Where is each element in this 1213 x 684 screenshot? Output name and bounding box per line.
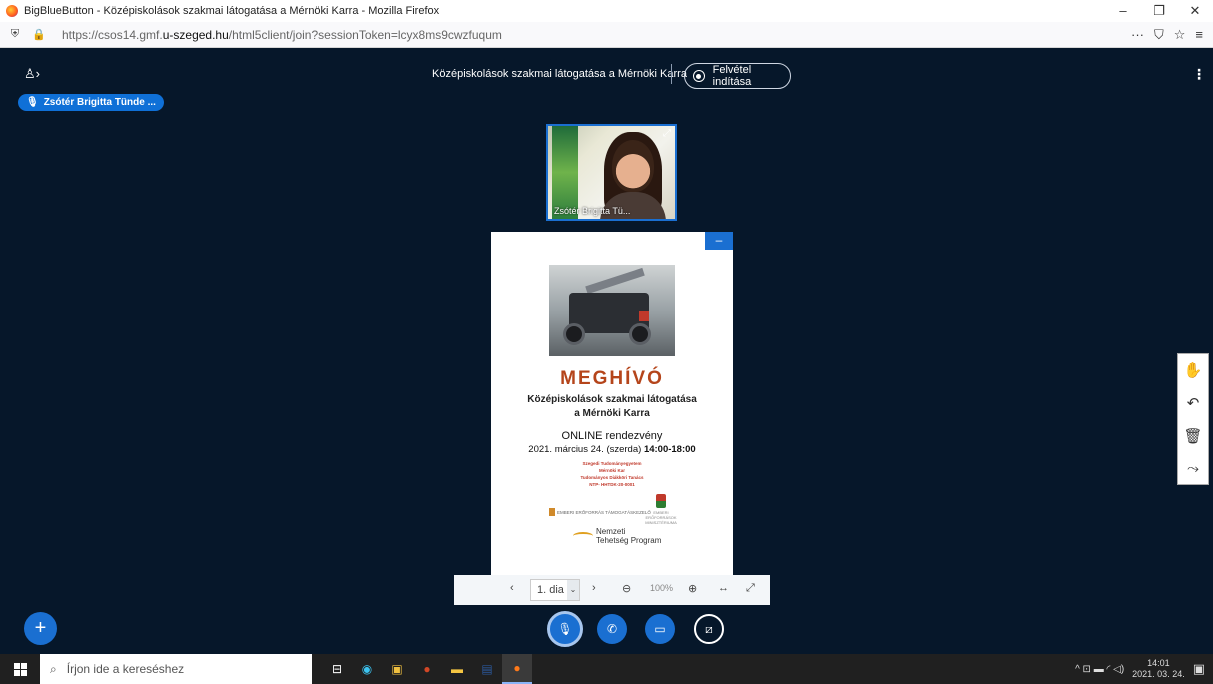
ntp-logo: Nemzeti Tehetség Program	[573, 527, 661, 545]
share-webcam-button[interactable]: ▭	[645, 614, 675, 644]
windows-taskbar: ⌕ Írjon ide a kereséshez ⊟ ◉ ▣ ● ▬ ▤ ● ^…	[0, 654, 1213, 684]
chevron-down-icon: ⌄	[567, 580, 579, 600]
record-label: Felvétel indítása	[712, 64, 752, 88]
tray-icons[interactable]: ^ ⊡ ▬ ◜ ◁)	[1075, 664, 1124, 675]
mute-microphone-button[interactable]: 🎙	[547, 611, 583, 647]
powerpoint-icon[interactable]: ●	[412, 654, 442, 684]
store-icon[interactable]: ▣	[382, 654, 412, 684]
slide-date: 2021. március 24. (szerda) 14:00-18:00	[528, 444, 696, 455]
slide-org-4: NTP- HHTDK-20-0001	[589, 482, 635, 487]
search-placeholder: Írjon ide a kereséshez	[66, 662, 185, 676]
bbb-app: ♙› Középiskolások szakmai látogatása a M…	[0, 48, 1213, 654]
page-actions-icon[interactable]: ···	[1131, 27, 1144, 43]
taskbar-apps: ⊟ ◉ ▣ ● ▬ ▤ ●	[322, 654, 532, 684]
meeting-title: Középiskolások szakmai látogatása a Mérn…	[432, 68, 687, 80]
next-slide-button[interactable]: ›	[592, 582, 596, 594]
hand-tool-icon[interactable]: ✋	[1184, 361, 1203, 379]
slide-subtitle-1: Középiskolások szakmai látogatása	[527, 394, 697, 405]
slide-subtitle-2: a Mérnöki Karra	[574, 408, 650, 419]
presentation-toolbar: ‹ 1. dia ⌄ › ⊖ 100% ⊕ ↔ ⤢	[454, 575, 770, 605]
webcam-user-name: Zsótér Brigitta Tü...	[554, 206, 631, 216]
whiteboard-tools: ✋ ↶ 🗑 ⤳	[1177, 353, 1209, 485]
firefox-taskbar-icon[interactable]: ●	[502, 654, 532, 684]
window-title-bar: BigBlueButton - Középiskolások szakmai l…	[0, 0, 1213, 22]
multi-user-whiteboard-icon[interactable]: ⤳	[1187, 460, 1199, 477]
minimize-button[interactable]: –	[1105, 3, 1141, 19]
webcam-video[interactable]: ⤢ Zsótér Brigitta Tü...	[546, 124, 677, 221]
talking-indicator[interactable]: 🎙 Zsótér Brigitta Tünde ...	[18, 94, 164, 111]
trash-icon[interactable]: 🗑	[1183, 427, 1202, 445]
file-explorer-icon[interactable]: ▬	[442, 654, 472, 684]
slide-event: ONLINE rendezvény	[561, 430, 663, 442]
search-icon: ⌕	[50, 661, 57, 676]
restore-button[interactable]: ❐	[1141, 3, 1177, 19]
users-toggle-icon[interactable]: ♙›	[24, 66, 40, 82]
presentation-slide[interactable]: – MEGHÍVÓ Középiskolások szakmai látogat…	[491, 232, 733, 575]
start-recording-button[interactable]: Felvétel indítása	[684, 63, 791, 89]
task-view-icon[interactable]: ⊟	[322, 654, 352, 684]
expand-icon[interactable]: ⤢	[663, 128, 671, 139]
record-icon	[693, 70, 705, 82]
emet-logo: EMBERI ERŐFORRÁS TÁMOGATÁSKEZELŐ	[549, 508, 651, 516]
windows-start-icon[interactable]	[0, 662, 40, 676]
system-tray: ^ ⊡ ▬ ◜ ◁) 14:01 2021. 03. 24. ▣	[1075, 658, 1213, 680]
word-icon[interactable]: ▤	[472, 654, 502, 684]
slide-org-2: Mérnöki Kar	[598, 468, 625, 473]
microphone-icon: 🎙	[26, 97, 39, 108]
close-button[interactable]: ✕	[1177, 3, 1213, 19]
actions-plus-button[interactable]: +	[24, 612, 57, 645]
fit-width-button[interactable]: ↔	[718, 582, 729, 594]
address-bar[interactable]: ⛨ 🔒 https://csos14.gmf.u-szeged.hu/html5…	[0, 22, 1213, 48]
fullscreen-button[interactable]: ⤢	[746, 582, 755, 595]
webcam-person-face	[612, 140, 654, 192]
title-separator	[671, 64, 672, 84]
undo-icon[interactable]: ↶	[1187, 394, 1200, 412]
minimize-presentation-button[interactable]: –	[705, 232, 733, 250]
lock-icon[interactable]: 🔒	[30, 28, 48, 41]
shield-icon[interactable]: ⛨	[6, 28, 24, 41]
clock[interactable]: 14:01 2021. 03. 24.	[1132, 658, 1185, 680]
options-menu-icon[interactable]: ⋮	[1192, 66, 1206, 83]
share-screen-button[interactable]: ⧄	[694, 614, 724, 644]
slide-select[interactable]: 1. dia ⌄	[530, 579, 580, 601]
talker-name: Zsótér Brigitta Tünde ...	[43, 97, 156, 108]
zoom-out-button[interactable]: ⊖	[622, 582, 631, 595]
slide-headline: MEGHÍVÓ	[560, 368, 664, 389]
previous-slide-button[interactable]: ‹	[510, 582, 514, 594]
zoom-in-button[interactable]: ⊕	[688, 582, 697, 595]
firefox-logo-icon	[6, 5, 18, 17]
zoom-level: 100%	[650, 583, 674, 593]
notification-icon[interactable]: ▣	[1193, 661, 1205, 677]
hamburger-menu-icon[interactable]: ≡	[1195, 27, 1203, 43]
edge-icon[interactable]: ◉	[352, 654, 382, 684]
robot-photo	[549, 265, 675, 356]
pocket-icon[interactable]: ⛉	[1154, 27, 1164, 43]
emmi-logo: EMBERI ERŐFORRÁSOK MINISZTÉRIUMA	[641, 494, 681, 525]
taskbar-search-box[interactable]: ⌕ Írjon ide a kereséshez	[40, 654, 312, 684]
window-title: BigBlueButton - Középiskolások szakmai l…	[24, 5, 440, 17]
url-text[interactable]: https://csos14.gmf.u-szeged.hu/html5clie…	[62, 28, 502, 42]
leave-audio-button[interactable]: ✆	[597, 614, 627, 644]
slide-org-3: Tudományos Diákköri Tanács	[580, 475, 644, 480]
slide-org-1: Szegedi Tudományegyetem	[582, 461, 642, 466]
bookmark-star-icon[interactable]: ☆	[1174, 27, 1186, 43]
